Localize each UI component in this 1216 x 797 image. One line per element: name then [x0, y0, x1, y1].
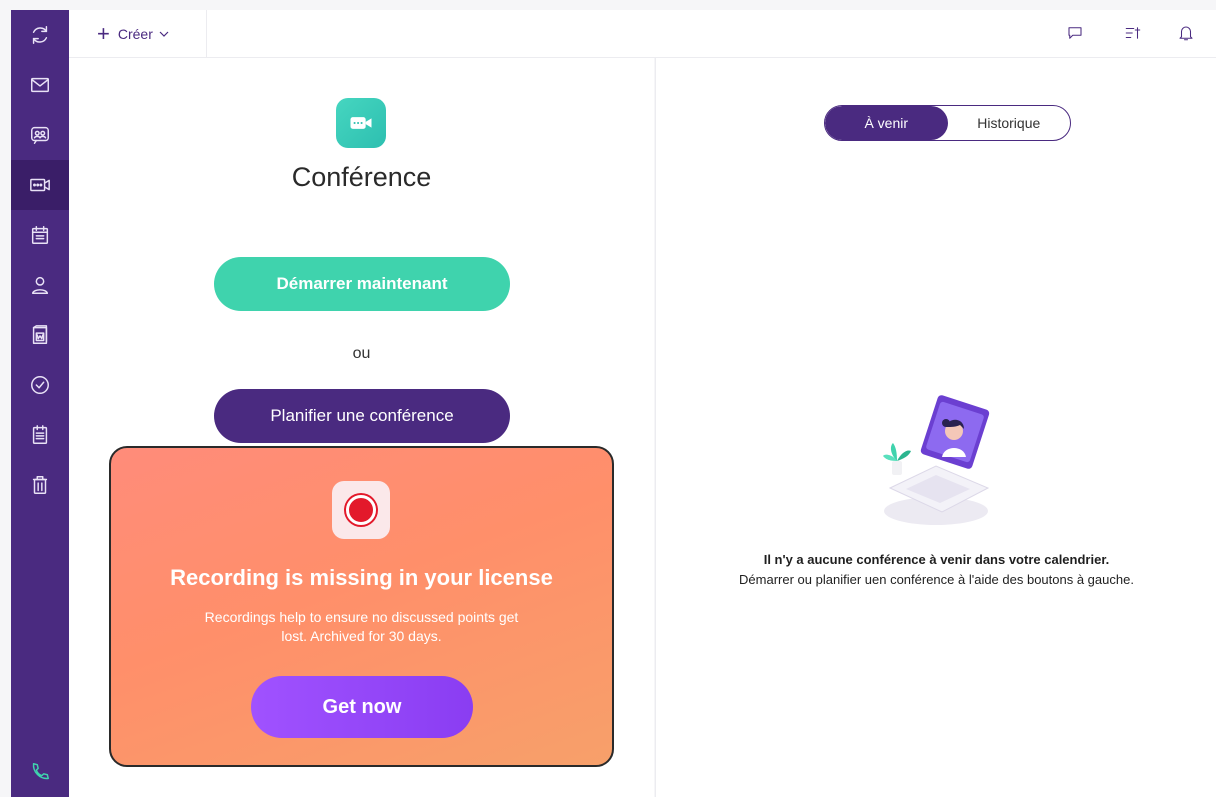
conference-list-panel: À venir Historique Il n'y a aucune confé…	[655, 58, 1216, 797]
recording-upsell-card: Recording is missing in your license Rec…	[109, 446, 614, 767]
empty-state-subtitle: Démarrer ou planifier uen conférence à l…	[739, 572, 1134, 587]
tab-upcoming[interactable]: À venir	[825, 106, 948, 140]
page-title: Conférence	[291, 162, 432, 192]
empty-state-illustration	[883, 395, 990, 525]
chat-button[interactable]	[1062, 20, 1088, 46]
bell-icon	[1179, 26, 1193, 41]
record-icon	[332, 481, 390, 539]
empty-state-title: Il n'y a aucune conférence à venir dans …	[763, 552, 1110, 567]
chevron-down-icon	[159, 31, 169, 37]
phone-icon	[32, 763, 49, 780]
sidebar-item-conference[interactable]	[11, 160, 69, 210]
sort-button[interactable]	[1120, 20, 1146, 46]
sidebar-item-tasks[interactable]	[11, 360, 69, 410]
plus-icon: +	[97, 20, 110, 46]
conference-tabs: À venir Historique	[824, 105, 1071, 141]
word-documents-icon	[32, 325, 48, 344]
tasks-icon	[31, 376, 49, 394]
sidebar-item-trash[interactable]	[11, 460, 69, 510]
conference-start-panel: Conférence Démarrer maintenant ou Planif…	[69, 58, 654, 797]
user-icon	[31, 276, 49, 294]
sync-icon	[32, 26, 48, 44]
sort-icon	[1125, 27, 1141, 39]
schedule-conference-button[interactable]: Planifier une conférence	[214, 389, 510, 443]
start-now-button[interactable]: Démarrer maintenant	[214, 257, 510, 311]
notes-icon	[32, 425, 48, 444]
get-now-button[interactable]: Get now	[251, 676, 473, 738]
create-label: Créer	[117, 25, 153, 42]
upsell-description: Recordings help to ensure no discussed p…	[204, 609, 519, 644]
chat-icon	[1068, 27, 1082, 39]
top-bar: + Créer	[69, 10, 1216, 58]
sync-button[interactable]	[11, 10, 69, 60]
tab-history[interactable]: Historique	[948, 106, 1071, 140]
app-window: + Créer Conférence Démarrer maintenant o…	[0, 0, 1216, 797]
sidebar-item-documents[interactable]	[11, 310, 69, 360]
sidebar-item-mail[interactable]	[11, 60, 69, 110]
sidebar-item-contacts-person[interactable]	[11, 260, 69, 310]
trash-icon	[32, 476, 48, 494]
upsell-title: Recording is missing in your license	[170, 565, 553, 590]
mail-icon	[31, 77, 49, 93]
sidebar-item-calendar[interactable]	[11, 210, 69, 260]
calendar-icon	[31, 226, 49, 244]
notifications-button[interactable]	[1173, 20, 1199, 46]
sidebar	[11, 10, 69, 797]
create-button[interactable]: + Créer	[69, 10, 207, 57]
contacts-chat-icon	[31, 126, 49, 144]
sidebar-item-phone[interactable]	[11, 747, 69, 797]
sidebar-item-notes[interactable]	[11, 410, 69, 460]
or-separator: ou	[352, 345, 371, 362]
conference-icon	[30, 178, 50, 192]
conference-logo-icon	[336, 98, 386, 148]
sidebar-item-contacts[interactable]	[11, 110, 69, 160]
